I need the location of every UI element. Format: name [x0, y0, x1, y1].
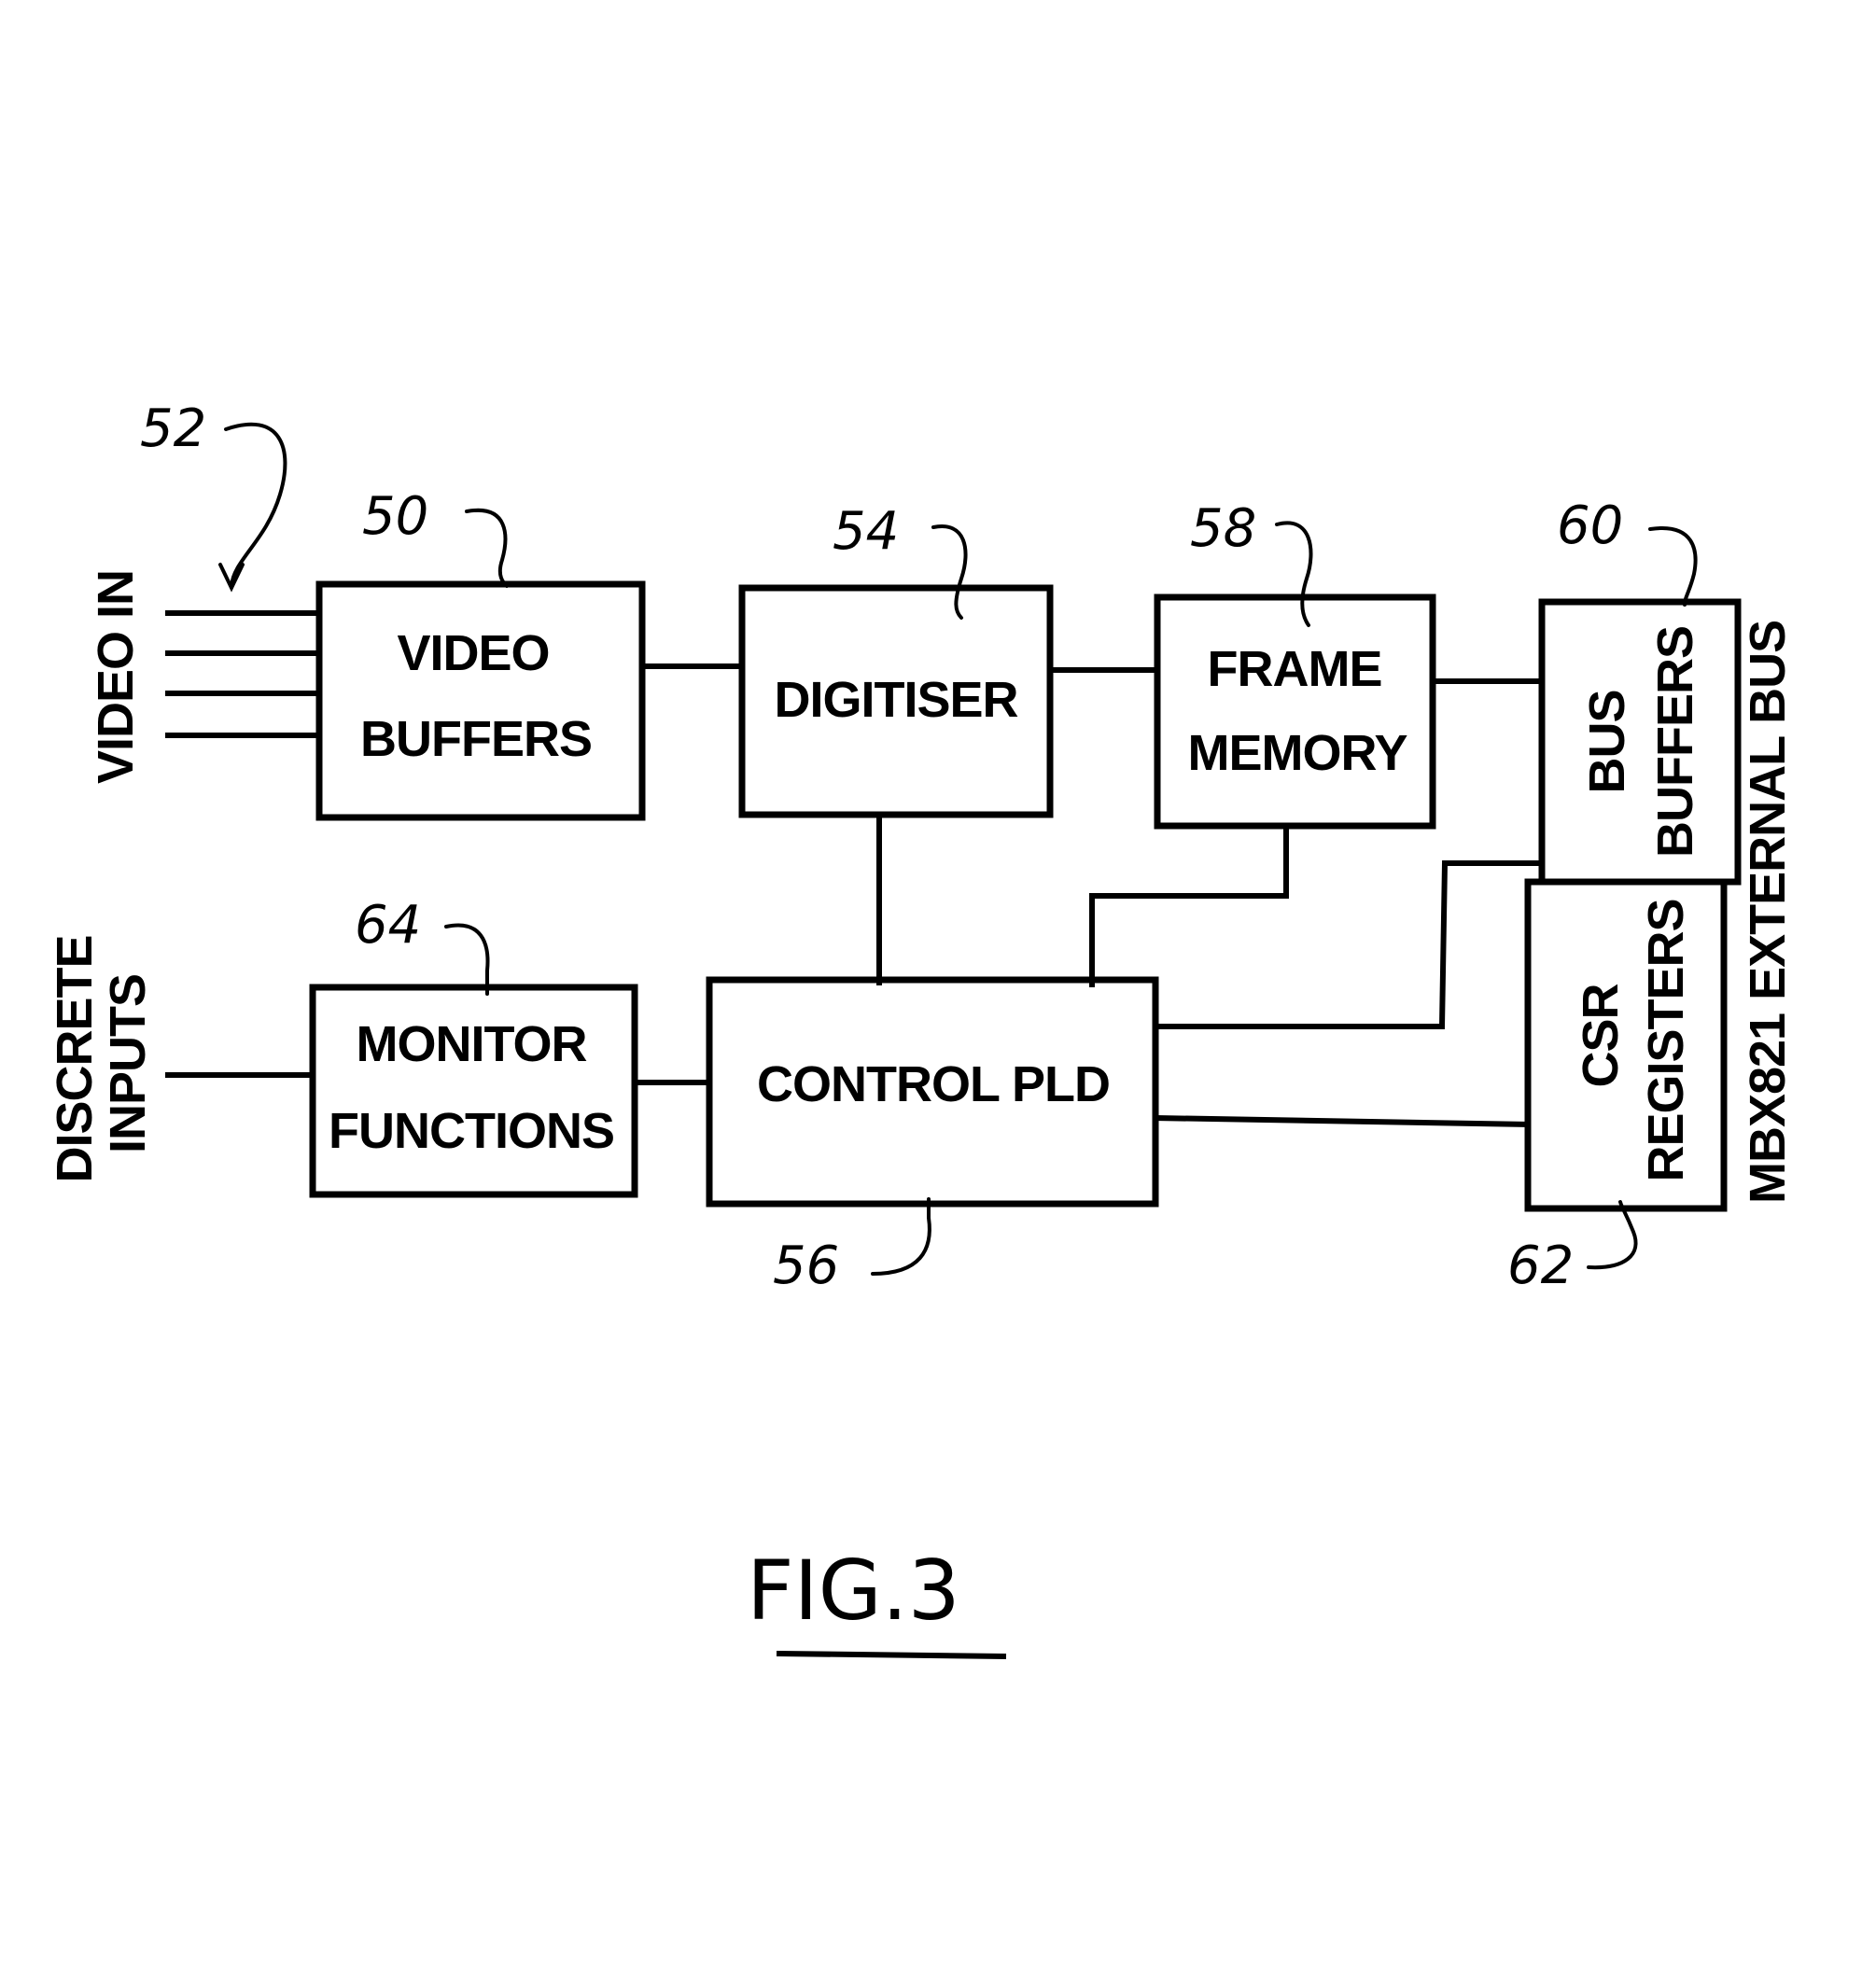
bus-buffers-block: BUS BUFFERS	[1538, 598, 1742, 886]
frame-memory-line1: FRAME	[1208, 641, 1382, 697]
digitiser-block: DIGITISER	[738, 584, 1054, 818]
ref-52-arrow	[224, 422, 287, 588]
video-buffers-line2: BUFFERS	[360, 711, 592, 767]
monitor-functions-block: MONITOR FUNCTIONS	[309, 984, 638, 1198]
monitor-functions-line2: FUNCTIONS	[329, 1103, 614, 1159]
video-buffers-block: VIDEO BUFFERS	[315, 580, 646, 821]
ref-64-leader	[444, 923, 490, 996]
wire-framemem-control	[1089, 823, 1289, 987]
ref-60: 60	[1557, 496, 1623, 556]
csr-registers-line1: CSR	[1573, 984, 1629, 1087]
control-pld-label: CONTROL PLD	[757, 1056, 1110, 1112]
wire-control-busbuf	[1153, 860, 1545, 1029]
figure-caption: FIG.3	[747, 1543, 960, 1639]
ref-62: 62	[1507, 1236, 1574, 1296]
ref-56-leader	[871, 1197, 931, 1276]
ref-64: 64	[355, 895, 421, 956]
video-input-lines	[165, 610, 320, 738]
wire-control-csr	[1152, 1114, 1532, 1128]
ref-50-leader	[465, 508, 509, 588]
frame-memory-block: FRAME MEMORY	[1154, 593, 1436, 830]
figure-caption-underline	[776, 1650, 1007, 1660]
ref-62-leader	[1587, 1200, 1638, 1270]
external-bus-label: MBX821 EXTERNAL BUS	[1740, 621, 1796, 1204]
monitor-functions-line1: MONITOR	[357, 1016, 587, 1072]
video-buffers-line1: VIDEO	[397, 625, 549, 681]
ref-54: 54	[833, 501, 899, 562]
discrete-inputs-line1: DISCRETE	[47, 935, 103, 1182]
ref-56: 56	[773, 1236, 839, 1296]
video-in-label: VIDEO IN	[88, 570, 144, 784]
control-pld-block: CONTROL PLD	[706, 976, 1159, 1208]
bus-buffers-line1: BUS	[1579, 690, 1635, 793]
ref-50: 50	[362, 486, 428, 547]
bus-buffers-line2: BUFFERS	[1647, 626, 1703, 858]
frame-memory-line2: MEMORY	[1188, 725, 1408, 781]
ref-60-leader	[1648, 525, 1698, 607]
discrete-inputs-line2: INPUTS	[100, 974, 156, 1153]
arrow-head-icon	[218, 563, 245, 593]
csr-registers-line2: REGISTERS	[1638, 899, 1694, 1181]
block-diagram: VIDEO IN 52 VIDEO BUFFERS 50 DIGITISER 5…	[47, 398, 1796, 1660]
csr-registers-block: CSR REGISTERS	[1524, 878, 1728, 1212]
ref-58: 58	[1190, 498, 1256, 559]
digitiser-label: DIGITISER	[774, 672, 1017, 728]
ref-52: 52	[140, 398, 206, 459]
